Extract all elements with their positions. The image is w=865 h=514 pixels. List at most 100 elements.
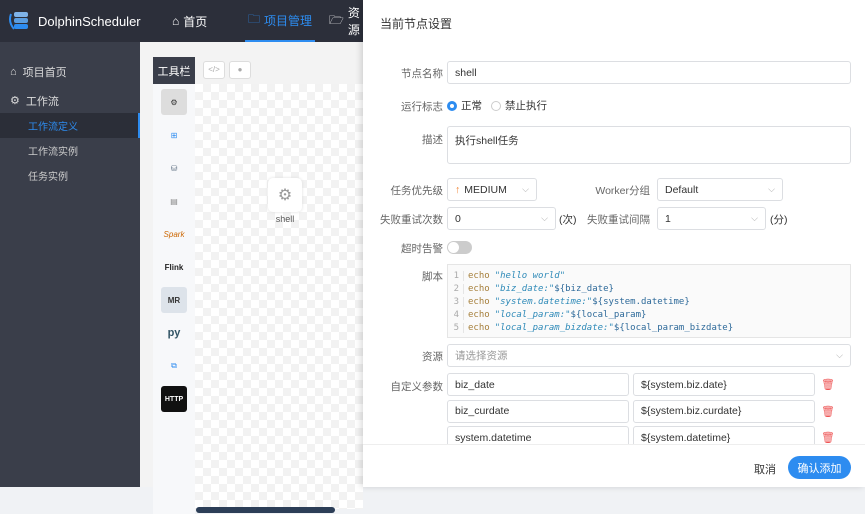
- code-variable: ${local_param}: [570, 309, 647, 320]
- node-settings-drawer: 当前节点设置 节点名称 shell 运行标志 正常 禁止执行 描述 执行shel…: [363, 0, 865, 487]
- priority-label: 任务优先级: [390, 185, 444, 197]
- code-keyword: echo: [468, 270, 490, 281]
- script-editor[interactable]: 1 echo "hello world" 2 echo "biz_date:" ${biz_…: [447, 264, 851, 338]
- home-icon: ⌂: [172, 14, 180, 28]
- shell-task-icon[interactable]: ⚙: [161, 89, 187, 115]
- drawer-footer: 取消 确认添加: [363, 444, 865, 487]
- sidebar-item-task-instance[interactable]: 任务实例: [0, 163, 140, 188]
- param-value-input[interactable]: ${system.biz.curdate}: [633, 399, 815, 423]
- toolbar-title: 工具栏: [153, 57, 195, 84]
- retry-interval-value: 1: [665, 212, 671, 225]
- retry-interval-select[interactable]: 1 ⌵: [657, 207, 766, 230]
- code-variable: ${biz_date}: [554, 283, 614, 294]
- trash-icon[interactable]: 🗑: [821, 378, 835, 391]
- nav-home[interactable]: ⌂ 首页: [172, 0, 207, 42]
- spark-task-icon[interactable]: Spark: [161, 221, 187, 247]
- retry-interval-unit: (分): [770, 214, 788, 226]
- radio-icon: [491, 101, 501, 112]
- code-view-button[interactable]: </>: [203, 61, 225, 79]
- script-label: 脚本: [422, 271, 443, 283]
- code-string: "system.datetime:": [494, 296, 593, 307]
- sidebar-label: 工作流: [25, 95, 59, 108]
- timeout-toggle[interactable]: [447, 241, 472, 254]
- dag-canvas-area: 工具栏 </> ● ⚙ ⊞ ⛁ ▤ Spark Flink MR py ⧉ HT…: [140, 42, 363, 514]
- worker-group-select[interactable]: Default ⌵: [657, 178, 783, 201]
- run-flag-label: 运行标志: [401, 101, 443, 113]
- param-key-input[interactable]: biz_date: [447, 373, 629, 396]
- line-number: 5: [448, 322, 464, 333]
- code-keyword: echo: [468, 283, 490, 294]
- nav-project[interactable]: 🗀 项目管理: [245, 0, 316, 42]
- top-bar: DolphinScheduler ⌂ 首页 🗀 项目管理 🗁 资源: [0, 0, 363, 42]
- radio-label: 正常: [461, 100, 482, 112]
- dag-canvas[interactable]: ⚙ shell: [195, 84, 363, 509]
- code-string: "biz_date:": [494, 283, 555, 294]
- code-line: 2 echo "biz_date:" ${biz_date}: [448, 282, 850, 295]
- horizontal-scrollbar[interactable]: [196, 507, 335, 513]
- resource-label: 资源: [422, 351, 443, 363]
- node-name-label: 节点名称: [401, 68, 443, 80]
- node-name-input[interactable]: shell: [447, 61, 851, 84]
- folder-settings-icon: 🗀: [248, 11, 261, 26]
- priority-value: MEDIUM: [464, 183, 507, 196]
- toggle-button[interactable]: ●: [229, 61, 251, 79]
- line-number: 2: [448, 283, 464, 294]
- nav-label: 资源: [347, 6, 360, 37]
- gear-icon: ⚙: [10, 95, 20, 107]
- code-line: 5 echo "local_param_bizdate:" ${local_param…: [448, 321, 850, 334]
- logo[interactable]: DolphinScheduler: [8, 10, 141, 32]
- python-task-icon[interactable]: py: [161, 320, 187, 346]
- custom-params-label: 自定义参数: [390, 381, 444, 393]
- node-label: shell: [275, 214, 295, 224]
- worker-group-value: Default: [665, 183, 699, 196]
- run-flag-normal[interactable]: 正常: [447, 98, 482, 113]
- param-key-input[interactable]: biz_curdate: [447, 399, 629, 423]
- code-variable: ${local_param_bizdate}: [613, 322, 734, 333]
- retry-times-value: 0: [455, 212, 461, 225]
- code-variable: ${system.datetime}: [592, 296, 690, 307]
- resource-select[interactable]: 请选择资源 ⌵: [447, 344, 851, 367]
- line-number: 1: [448, 270, 464, 281]
- cancel-button[interactable]: 取消: [754, 461, 776, 477]
- shell-node[interactable]: ⚙: [268, 178, 302, 212]
- shell-task-icon: ⚙: [277, 187, 293, 204]
- folder-icon: 🗁: [329, 12, 344, 27]
- sidebar: ⌂ 项目首页 ⚙ 工作流 工作流定义 工作流实例 任务实例: [0, 42, 140, 487]
- confirm-add-button[interactable]: 确认添加: [788, 456, 851, 479]
- sub-process-task-icon[interactable]: ⊞: [161, 122, 187, 148]
- retry-times-label: 失败重试次数: [380, 214, 443, 226]
- sidebar-item-workflow-instance[interactable]: 工作流实例: [0, 138, 140, 163]
- retry-times-select[interactable]: 0 ⌵: [447, 207, 556, 230]
- priority-select[interactable]: ↑ MEDIUM ⌵: [447, 178, 537, 201]
- procedure-task-icon[interactable]: ⛁: [161, 155, 187, 181]
- code-keyword: echo: [468, 296, 490, 307]
- run-flag-forbidden[interactable]: 禁止执行: [491, 98, 547, 113]
- nav-resources[interactable]: 🗁 资源: [329, 0, 363, 42]
- sql-task-icon[interactable]: ▤: [161, 188, 187, 214]
- code-line: 3 echo "system.datetime:" ${system.datetime…: [448, 295, 850, 308]
- dependent-task-icon[interactable]: ⧉: [161, 353, 187, 379]
- code-keyword: echo: [468, 322, 490, 333]
- chevron-down-icon: ⌵: [836, 350, 843, 360]
- flink-task-icon[interactable]: Flink: [161, 254, 187, 280]
- code-string: "local_param_bizdate:": [494, 322, 614, 333]
- desc-textarea[interactable]: 执行shell任务: [447, 126, 851, 164]
- http-task-icon[interactable]: HTTP: [161, 386, 187, 412]
- code-keyword: echo: [468, 309, 490, 320]
- code-line: 4 echo "local_param:" ${local_param}: [448, 308, 850, 321]
- trash-icon[interactable]: 🗑: [821, 431, 835, 444]
- trash-icon[interactable]: 🗑: [821, 405, 835, 418]
- drawer-title: 当前节点设置: [380, 17, 453, 31]
- code-line: 1 echo "hello world": [448, 269, 850, 282]
- mr-task-icon[interactable]: MR: [161, 287, 187, 313]
- nav-label: 首页: [183, 14, 208, 29]
- arrow-up-icon: ↑: [455, 183, 461, 196]
- radio-icon: [447, 101, 457, 112]
- sidebar-item-workflow[interactable]: ⚙ 工作流: [0, 88, 140, 113]
- sidebar-item-project-home[interactable]: ⌂ 项目首页: [0, 59, 140, 84]
- param-value-input[interactable]: ${system.biz.date}: [633, 373, 815, 396]
- timeout-label: 超时告警: [401, 243, 443, 255]
- desc-label: 描述: [422, 134, 443, 146]
- code-string: "local_param:": [494, 309, 571, 320]
- sidebar-item-workflow-definition[interactable]: 工作流定义: [0, 113, 140, 138]
